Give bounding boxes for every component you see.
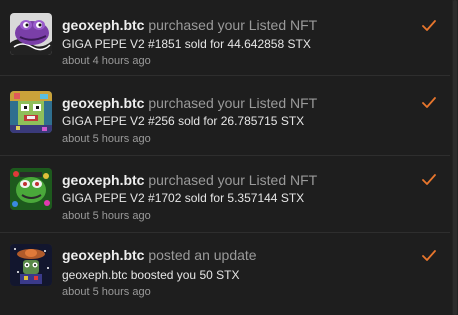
scrollbar-thumb[interactable] xyxy=(453,0,457,315)
check-icon[interactable] xyxy=(422,20,436,32)
username-link[interactable]: geoxeph.btc xyxy=(62,95,144,111)
username-link[interactable]: geoxeph.btc xyxy=(62,247,144,263)
notification-time: about 5 hours ago xyxy=(62,133,151,145)
notification-detail: GIGA PEPE V2 #1851 sold for 44.642858 ST… xyxy=(62,37,311,51)
notification-item[interactable]: geoxeph.btc purchased your Listed NFT GI… xyxy=(0,80,450,156)
notification-detail: GIGA PEPE V2 #1702 sold for 5.357144 STX xyxy=(62,191,305,205)
pixel-pepe-avatar[interactable] xyxy=(10,91,52,133)
space-pepe-avatar[interactable] xyxy=(10,244,52,286)
check-icon[interactable] xyxy=(422,174,436,186)
green-pepe-avatar[interactable] xyxy=(10,168,52,210)
username-link[interactable]: geoxeph.btc xyxy=(62,17,144,33)
check-icon[interactable] xyxy=(422,250,436,262)
scrollbar[interactable] xyxy=(452,0,458,315)
notification-headline: geoxeph.btc posted an update xyxy=(62,247,257,263)
notification-action: purchased your Listed NFT xyxy=(148,172,318,188)
notification-headline: geoxeph.btc purchased your Listed NFT xyxy=(62,172,317,188)
notification-item[interactable]: geoxeph.btc purchased your Listed NFT GI… xyxy=(0,157,450,233)
notification-detail: GIGA PEPE V2 #256 sold for 26.785715 STX xyxy=(62,114,305,128)
notification-time: about 5 hours ago xyxy=(62,286,151,298)
username-link[interactable]: geoxeph.btc xyxy=(62,172,144,188)
notification-feed: geoxeph.btc purchased your Listed NFT GI… xyxy=(0,0,458,315)
notification-detail: geoxeph.btc boosted you 50 STX xyxy=(62,268,240,282)
notification-action: purchased your Listed NFT xyxy=(148,95,318,111)
notification-action: purchased your Listed NFT xyxy=(148,17,318,33)
notification-headline: geoxeph.btc purchased your Listed NFT xyxy=(62,17,317,33)
purple-pepe-avatar[interactable] xyxy=(10,13,52,55)
check-icon[interactable] xyxy=(422,97,436,109)
notification-time: about 5 hours ago xyxy=(62,210,151,222)
notification-headline: geoxeph.btc purchased your Listed NFT xyxy=(62,95,317,111)
notification-item[interactable]: geoxeph.btc posted an update geoxeph.btc… xyxy=(0,234,450,315)
notification-item[interactable]: geoxeph.btc purchased your Listed NFT GI… xyxy=(0,0,450,76)
notification-time: about 4 hours ago xyxy=(62,55,151,67)
notification-action: posted an update xyxy=(148,247,257,263)
